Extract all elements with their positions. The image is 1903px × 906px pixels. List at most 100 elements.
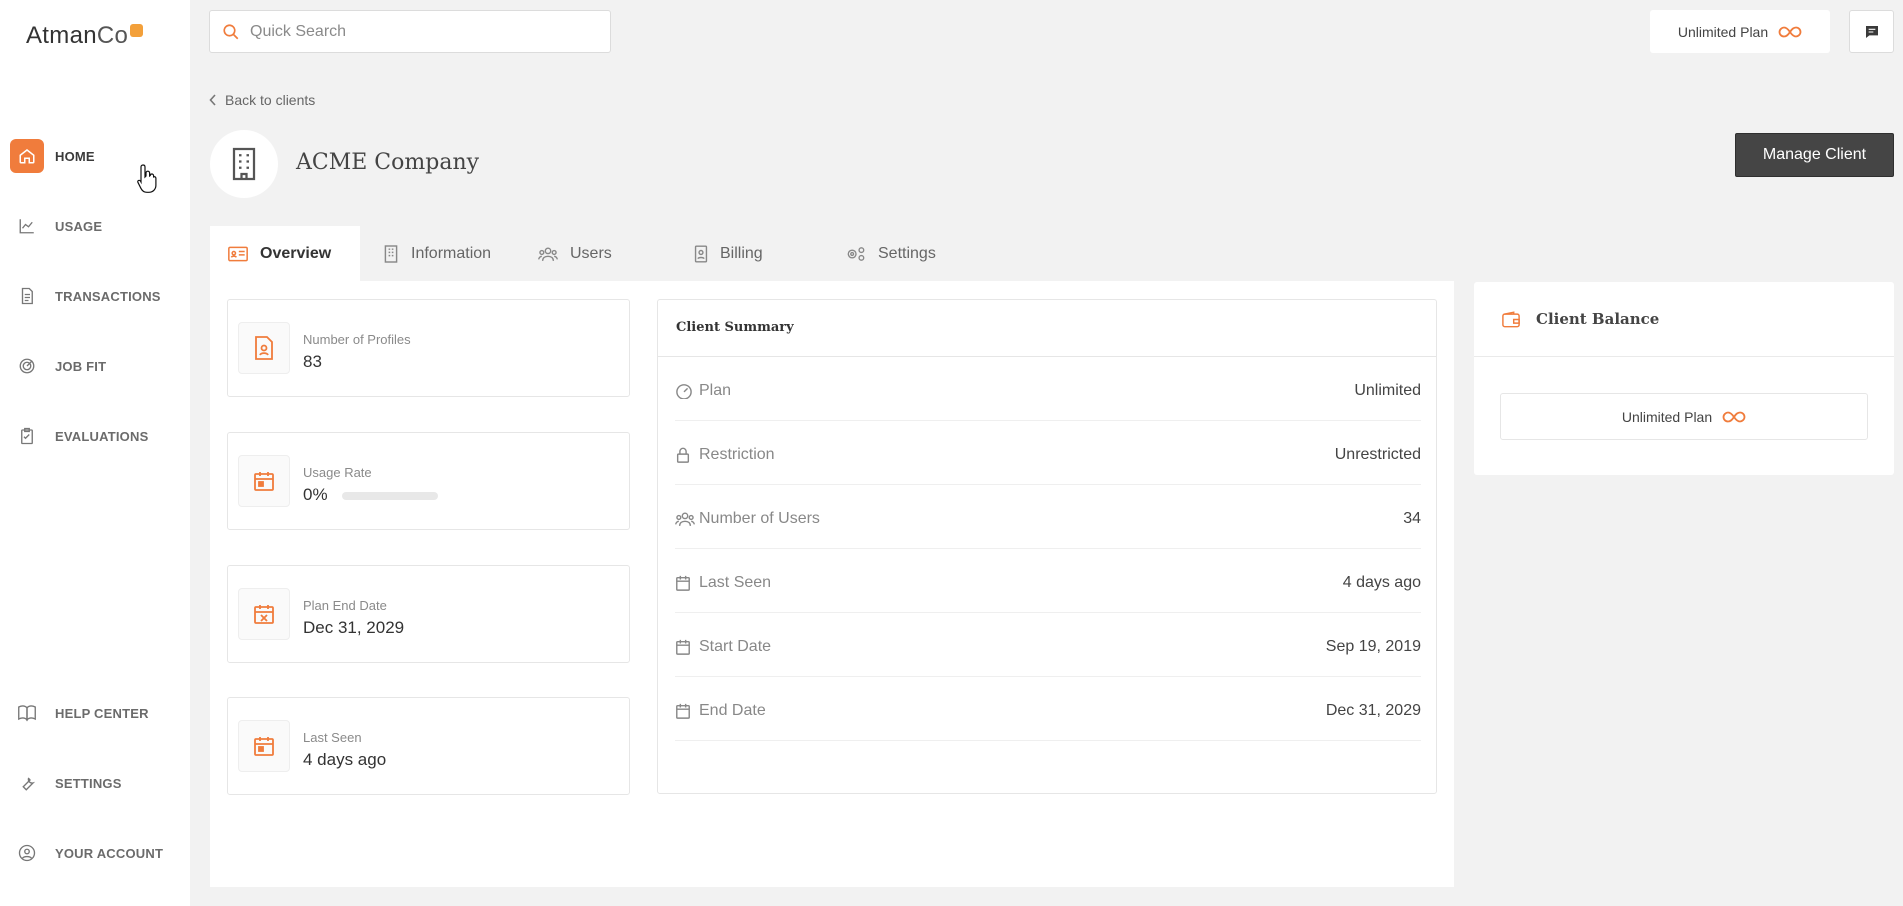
summary-value: 4 days ago xyxy=(1342,574,1421,591)
clipboard-icon xyxy=(10,419,44,453)
summary-label: Number of Users xyxy=(699,510,820,527)
search-box[interactable] xyxy=(209,10,611,53)
calendar-icon xyxy=(675,703,691,719)
back-to-clients-link[interactable]: Back to clients xyxy=(209,92,315,108)
wallet-icon xyxy=(1502,311,1520,328)
calendar-x-icon xyxy=(238,588,290,640)
summary-label: Restriction xyxy=(699,446,775,463)
tab-label: Information xyxy=(411,245,492,262)
stat-value: 4 days ago xyxy=(303,750,387,769)
summary-value: Sep 19, 2019 xyxy=(1325,638,1421,655)
chat-button[interactable] xyxy=(1849,10,1894,53)
sidebar-item-home[interactable]: HOME xyxy=(0,136,190,176)
summary-row-last-seen: Last Seen 4 days ago xyxy=(675,549,1421,613)
summary-row-restriction: Restriction Unrestricted xyxy=(675,421,1421,485)
sidebar-item-label: EVALUATIONS xyxy=(55,428,149,444)
gauge-icon xyxy=(675,383,693,399)
client-balance-title: Client Balance xyxy=(1536,310,1660,328)
id-card-icon xyxy=(228,246,248,262)
client-summary-card: Client Summary Plan Unlimited Restrictio… xyxy=(657,299,1437,794)
infinity-icon xyxy=(1722,411,1746,423)
search-icon xyxy=(222,23,240,41)
hand-cursor-icon xyxy=(137,164,157,193)
stat-card-profiles: Number of Profiles 83 xyxy=(227,299,630,397)
summary-row-plan: Plan Unlimited xyxy=(675,357,1421,421)
search-input[interactable] xyxy=(250,22,580,41)
sidebar-item-help-center[interactable]: HELP CENTER xyxy=(0,693,190,733)
tab-settings[interactable]: Settings xyxy=(846,226,936,282)
tab-label: Users xyxy=(570,245,612,262)
logo-text: Atman xyxy=(26,22,97,49)
home-icon xyxy=(10,139,44,173)
stat-value: Dec 31, 2029 xyxy=(303,618,405,637)
chevron-left-icon xyxy=(209,94,217,106)
sidebar-item-label: HOME xyxy=(55,148,95,164)
profile-doc-icon xyxy=(238,322,290,374)
manage-client-button[interactable]: Manage Client xyxy=(1735,133,1894,177)
sidebar-item-label: TRANSACTIONS xyxy=(55,288,161,304)
trend-icon xyxy=(10,209,44,243)
stat-label: Usage Rate xyxy=(303,465,372,480)
calendar-icon xyxy=(238,455,290,507)
calendar-icon xyxy=(238,720,290,772)
sidebar-item-settings[interactable]: SETTINGS xyxy=(0,763,190,803)
atmanco-logo[interactable]: AtmanCo xyxy=(26,22,144,50)
target-icon xyxy=(10,349,44,383)
sidebar-item-transactions[interactable]: TRANSACTIONS xyxy=(0,276,190,316)
tab-users[interactable]: Users xyxy=(538,226,612,282)
chat-icon xyxy=(1864,24,1880,40)
sidebar-item-label: HELP CENTER xyxy=(55,705,149,721)
summary-label: Start Date xyxy=(699,638,772,655)
plan-label: Unlimited Plan xyxy=(1677,23,1769,40)
summary-value: Dec 31, 2029 xyxy=(1325,702,1421,719)
sidebar-item-usage[interactable]: USAGE xyxy=(0,206,190,246)
client-summary-title: Client Summary xyxy=(676,320,794,335)
sidebar-item-job-fit[interactable]: JOB FIT xyxy=(0,346,190,386)
tab-overview[interactable]: Overview xyxy=(210,226,360,282)
summary-label: End Date xyxy=(699,702,766,719)
summary-row-end-date: End Date Dec 31, 2029 xyxy=(675,677,1421,741)
summary-value: 34 xyxy=(1403,510,1421,527)
client-balance-header: Client Balance xyxy=(1474,282,1894,357)
sidebar-item-your-account[interactable]: YOUR ACCOUNT xyxy=(0,833,190,873)
summary-row-start-date: Start Date Sep 19, 2019 xyxy=(675,613,1421,677)
user-circle-icon xyxy=(10,836,44,870)
client-balance-card: Client Balance Unlimited Plan xyxy=(1474,282,1894,475)
tab-billing[interactable]: Billing xyxy=(694,226,763,282)
stat-card-last-seen: Last Seen 4 days ago xyxy=(227,697,630,795)
summary-value: Unrestricted xyxy=(1334,446,1421,463)
plan-indicator: Unlimited Plan xyxy=(1650,10,1830,53)
sidebar-item-evaluations[interactable]: EVALUATIONS xyxy=(0,416,190,456)
billing-icon xyxy=(694,245,708,263)
book-icon xyxy=(10,696,44,730)
building-icon xyxy=(229,146,259,182)
usage-progress-bar xyxy=(342,492,438,500)
company-avatar xyxy=(210,130,278,198)
summary-label: Last Seen xyxy=(699,574,772,591)
stat-value: 0% xyxy=(303,485,328,504)
tab-information[interactable]: Information xyxy=(383,226,491,282)
stat-label: Number of Profiles xyxy=(303,332,411,347)
summary-row-number-of-users: Number of Users 34 xyxy=(675,485,1421,549)
balance-plan-indicator: Unlimited Plan xyxy=(1500,393,1868,440)
summary-label: Plan xyxy=(699,382,732,399)
logo-badge-icon xyxy=(130,24,144,37)
infinity-icon xyxy=(1778,26,1802,38)
stat-label: Plan End Date xyxy=(303,598,387,613)
company-name: ACME Company xyxy=(296,150,480,175)
calendar-icon xyxy=(675,639,691,655)
sidebar-item-label: JOB FIT xyxy=(55,358,107,374)
sidebar-item-label: YOUR ACCOUNT xyxy=(55,845,164,861)
stat-label: Last Seen xyxy=(303,730,362,745)
tab-label: Overview xyxy=(260,245,332,262)
wrench-icon xyxy=(10,766,44,800)
document-icon xyxy=(10,279,44,313)
sidebar: AtmanCo HOME USAGE TRANSACTIONS JOB FIT … xyxy=(0,0,190,906)
users-icon xyxy=(538,246,558,262)
stat-card-plan-end-date: Plan End Date Dec 31, 2029 xyxy=(227,565,630,663)
calendar-icon xyxy=(675,575,691,591)
summary-value: Unlimited xyxy=(1354,382,1421,399)
sidebar-item-label: SETTINGS xyxy=(55,775,122,791)
sidebar-item-label: USAGE xyxy=(55,218,103,234)
plan-label: Unlimited Plan xyxy=(1621,408,1713,425)
